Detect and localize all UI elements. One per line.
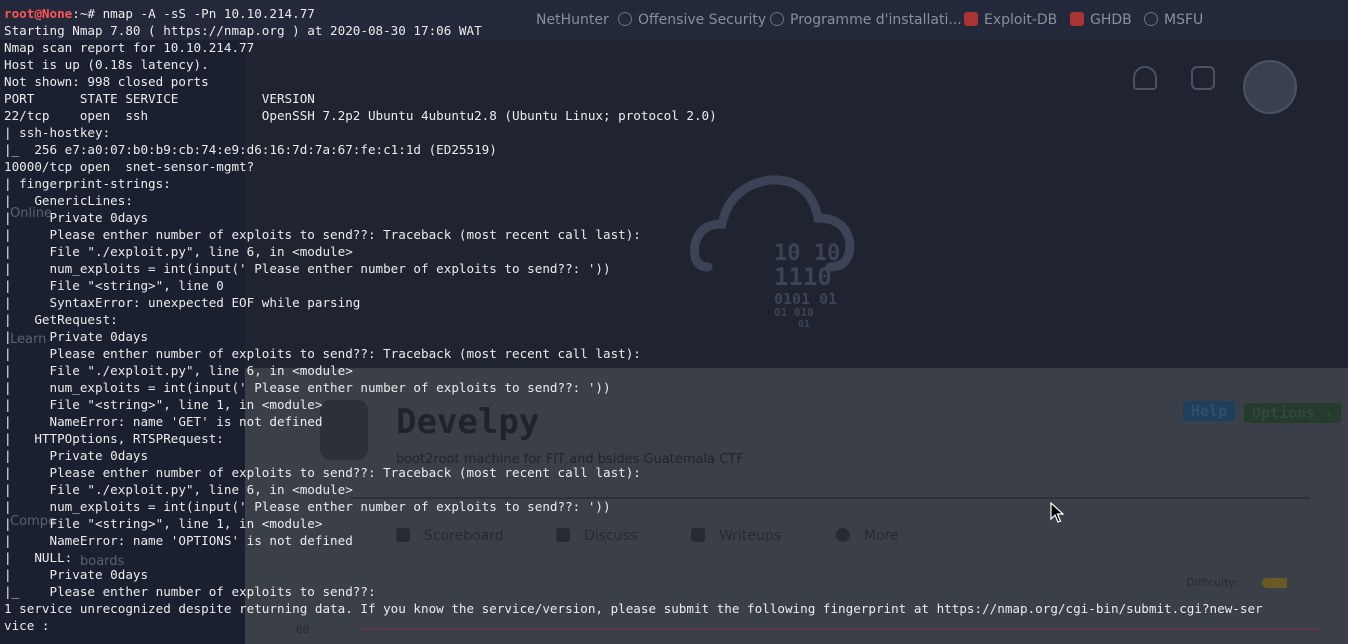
terminal-line: | File "./exploit.py", line 6, in <modul…: [4, 482, 353, 497]
terminal-line: Starting Nmap 7.80 ( https://nmap.org ) …: [4, 23, 482, 38]
terminal-line: | NameError: name 'OPTIONS' is not defin…: [4, 533, 353, 548]
command-line: root@None:~# nmap -A -sS -Pn 10.10.214.7…: [4, 5, 1263, 22]
terminal-line: | Private 0days: [4, 329, 149, 344]
terminal-line: |_ 256 e7:a0:07:b0:b9:cb:74:e9:d6:16:7d:…: [4, 142, 497, 157]
terminal-output: root@None:~# nmap -A -sS -Pn 10.10.214.7…: [4, 5, 1263, 634]
terminal-line: | fingerprint-strings:: [4, 176, 171, 191]
terminal-line: | Private 0days: [4, 567, 149, 582]
terminal-line: | num_exploits = int(input(' Please enth…: [4, 499, 611, 514]
terminal-line: | Private 0days: [4, 448, 149, 463]
terminal-line: |_ Please enther number of exploits to s…: [4, 584, 376, 599]
terminal-line: | File "./exploit.py", line 6, in <modul…: [4, 244, 353, 259]
terminal-line: | GenericLines:: [4, 193, 133, 208]
terminal-line: Not shown: 998 closed ports: [4, 74, 209, 89]
terminal-line: 22/tcp open ssh OpenSSH 7.2p2 Ubuntu 4ub…: [4, 108, 717, 123]
terminal-line: | Please enther number of exploits to se…: [4, 465, 641, 480]
terminal-line: | File "<string>", line 0: [4, 278, 224, 293]
terminal-line: | SyntaxError: unexpected EOF while pars…: [4, 295, 361, 310]
terminal-line: 1 service unrecognized despite returning…: [4, 601, 1263, 616]
terminal-line: | File "<string>", line 1, in <module>: [4, 397, 323, 412]
prompt-user: root@None: [4, 6, 73, 21]
command-text: nmap -A -sS -Pn 10.10.214.77: [95, 6, 315, 21]
terminal-line: vice :: [4, 618, 50, 633]
terminal-line: PORT STATE SERVICE VERSION: [4, 91, 315, 106]
terminal-line: | Please enther number of exploits to se…: [4, 346, 641, 361]
mouse-pointer-icon: [1050, 502, 1064, 523]
terminal-line: | num_exploits = int(input(' Please enth…: [4, 261, 611, 276]
prompt-separator: :~#: [72, 6, 95, 21]
terminal-line: Nmap scan report for 10.10.214.77: [4, 40, 255, 55]
terminal-line: | HTTPOptions, RTSPRequest:: [4, 431, 224, 446]
terminal-line: | File "<string>", line 1, in <module>: [4, 516, 323, 531]
terminal-line: 10000/tcp open snet-sensor-mgmt?: [4, 159, 255, 174]
terminal-line: | GetRequest:: [4, 312, 118, 327]
terminal-line: Host is up (0.18s latency).: [4, 57, 209, 72]
terminal-line: | num_exploits = int(input(' Please enth…: [4, 380, 611, 395]
terminal-line: | Private 0days: [4, 210, 149, 225]
terminal-line: | Please enther number of exploits to se…: [4, 227, 641, 242]
terminal-line: | File "./exploit.py", line 6, in <modul…: [4, 363, 353, 378]
terminal-line: | ssh-hostkey:: [4, 125, 111, 140]
terminal-line: | NameError: name 'GET' is not defined: [4, 414, 323, 429]
terminal-window[interactable]: root@None:~# nmap -A -sS -Pn 10.10.214.7…: [0, 0, 1348, 644]
terminal-line: | NULL:: [4, 550, 73, 565]
